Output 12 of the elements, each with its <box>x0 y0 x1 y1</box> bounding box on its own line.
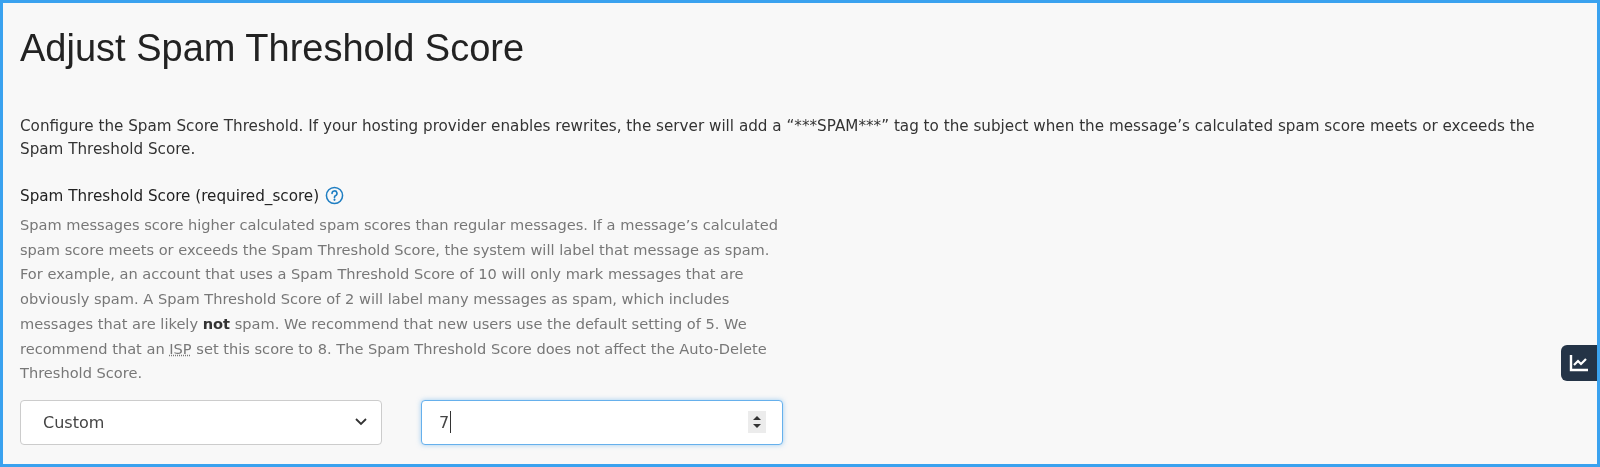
score-dropdown[interactable]: Custom <box>20 399 382 445</box>
spinner-icon[interactable] <box>748 411 766 434</box>
score-input[interactable]: 7 <box>421 399 783 445</box>
abbreviation-link[interactable]: ISP <box>169 339 192 357</box>
description-text: Configure the Spam Score Threshold. If your hosting provider enables rewrites, the server will add a “***SPAM***” tag to the subject when the message’s calculated spam score meets or exceeds the Spam Threshold Score. <box>20 116 1536 160</box>
chevron-down-icon <box>355 418 367 427</box>
trend-chart-icon <box>1569 354 1589 372</box>
page-title: Adjust Spam Threshold Score <box>20 26 526 71</box>
field-label: Spam Threshold Score (required_score) <box>20 186 320 205</box>
help-icon[interactable] <box>325 186 345 205</box>
chart-button[interactable] <box>1561 345 1597 381</box>
help-paragraph: Spam messages score higher calculated spam scores than regular messages. If a message’s calculated spam score meets or exceeds the Spam Threshold Score, the system will label that message as spam. For example, an account that uses a Spam Threshold Score of 10 will only mark messages that are obviously spam. A Spam Threshold Score of 2 will label many messages as spam, which includes messages that are likely not spam. We recommend that new users use the default setting of 5. We recommend that an ISP set this score to 8. The Spam Threshold Score does not affect the Auto-Delete Threshold Score. <box>20 215 779 384</box>
